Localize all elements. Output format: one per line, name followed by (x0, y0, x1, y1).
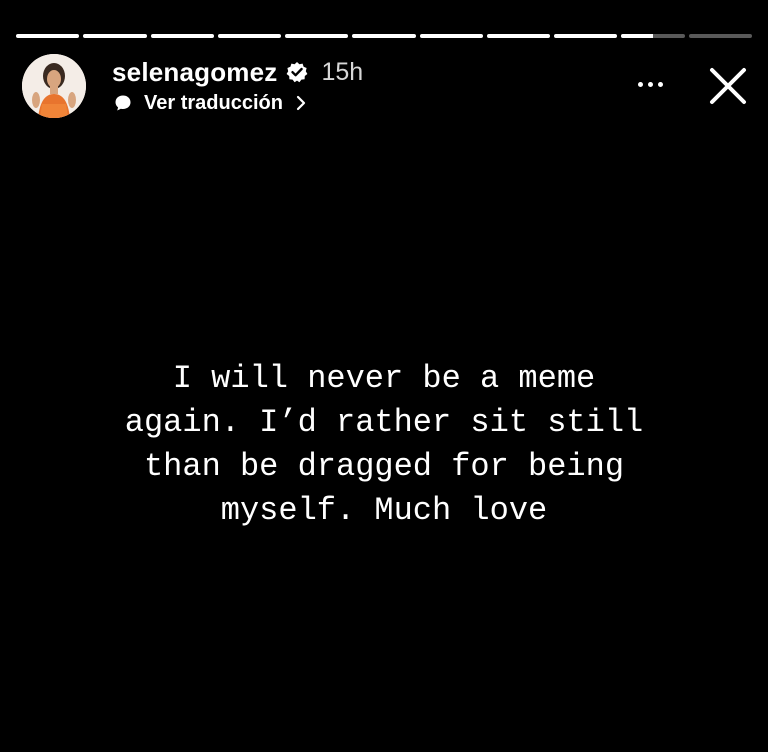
story-progress-bar (16, 34, 752, 38)
story-progress-segment (688, 34, 752, 38)
avatar[interactable] (22, 54, 86, 118)
story-text-line: again. I’d rather sit still (124, 404, 644, 441)
story-progress-fill (16, 34, 80, 38)
close-button[interactable] (706, 64, 750, 108)
username-row: selenagomez 15h (112, 56, 363, 88)
story-progress-segment (16, 34, 80, 38)
story-progress-segment (83, 34, 147, 38)
username-link[interactable]: selenagomez (112, 57, 278, 88)
story-progress-fill (486, 34, 551, 38)
story-progress-fill (83, 34, 147, 38)
story-text-line: I will never be a meme (172, 360, 596, 397)
story-progress-segment (150, 34, 214, 38)
more-options-button[interactable] (630, 68, 670, 100)
chevron-right-icon (295, 95, 307, 111)
story-progress-fill (285, 34, 349, 38)
story-progress-segment (285, 34, 349, 38)
story-text: I will never be a meme again. I’d rather… (40, 357, 728, 533)
story-progress-segment (217, 34, 282, 38)
story-progress-segment (419, 34, 483, 38)
story-header: selenagomez 15h Ver traducción (22, 52, 750, 120)
story-progress-segment (352, 34, 416, 38)
story-progress-fill (621, 34, 654, 38)
story-progress-segment (554, 34, 618, 38)
story-text-line: myself. Much love (220, 492, 548, 529)
verified-badge-icon (286, 61, 308, 83)
translate-icon (114, 94, 132, 112)
story-text-line: than be dragged for being (143, 448, 625, 485)
story-progress-fill (150, 34, 214, 38)
story-timestamp: 15h (321, 57, 364, 86)
see-translation-button[interactable]: Ver traducción (114, 90, 307, 116)
story-progress-fill (419, 34, 483, 38)
more-horizontal-icon (637, 81, 643, 87)
see-translation-label: Ver traducción (144, 91, 283, 114)
story-progress-fill (352, 34, 416, 38)
story-progress-fill (217, 34, 282, 38)
story-progress-fill (554, 34, 618, 38)
story-progress-segment (486, 34, 551, 38)
avatar-image (22, 54, 86, 118)
story-progress-segment (621, 34, 685, 38)
more-horizontal-icon (657, 81, 663, 87)
close-icon (710, 68, 746, 104)
more-horizontal-icon (647, 81, 653, 87)
